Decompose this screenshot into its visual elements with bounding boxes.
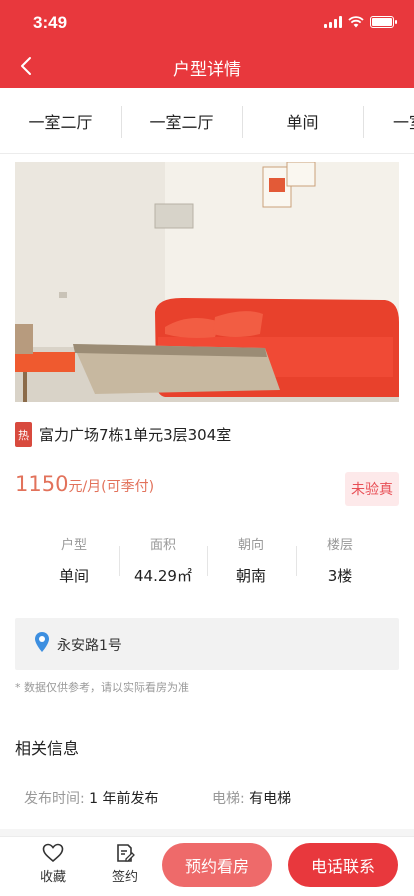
hot-badge: 热 xyxy=(15,422,32,447)
spec-label: 朝向 xyxy=(237,538,264,553)
app-header: 3:49 户型详情 xyxy=(0,0,414,88)
signal-icon xyxy=(324,16,342,28)
price-number: 1150 xyxy=(15,472,69,496)
sign-edit-icon xyxy=(117,844,135,862)
spec-value: 3楼 xyxy=(327,567,353,585)
wifi-icon xyxy=(348,16,364,28)
publish-time-info: 发布时间: 1 年前发布 xyxy=(24,788,159,808)
sign-button[interactable]: 签约 xyxy=(105,843,145,885)
call-button[interactable]: 电话联系 xyxy=(288,843,398,887)
spec-value: 单间 xyxy=(58,567,89,585)
spec-value: 朝南 xyxy=(235,567,266,585)
room-photo-illustration xyxy=(15,162,399,402)
listing-address: 富力广场7栋1单元3层304室 xyxy=(39,426,232,444)
favorite-label: 收藏 xyxy=(39,870,66,885)
room-photo[interactable] xyxy=(15,162,399,402)
heart-icon xyxy=(42,843,64,863)
status-bar: 3:49 xyxy=(0,0,414,44)
bottom-action-bar: 收藏 签约 预约看房 电话联系 xyxy=(0,836,414,896)
location-text: 永安路1号 xyxy=(57,638,122,654)
nav-bar: 户型详情 xyxy=(0,44,414,88)
spec-label: 户型 xyxy=(60,538,87,553)
price-unit: 元/月(可季付) xyxy=(68,479,155,495)
spec-label: 面积 xyxy=(149,538,176,553)
spec-label: 楼层 xyxy=(326,538,353,553)
verify-status-badge: 未验真 xyxy=(345,472,399,506)
tab-unit-2[interactable]: 一室二厅 xyxy=(121,88,242,153)
tab-unit-3[interactable]: 单间 xyxy=(242,88,363,153)
elevator-value: 有电梯 xyxy=(249,791,292,807)
tab-unit-1[interactable]: 一室二厅 xyxy=(0,88,121,153)
rent-price: 1150 元/月(可季付) xyxy=(15,472,154,496)
publish-time-value: 1 年前发布 xyxy=(89,791,159,807)
elevator-label: 电梯: xyxy=(212,791,245,807)
location-row[interactable]: 永安路1号 xyxy=(15,618,399,670)
unit-type-tabs: 一室二厅 一室二厅 单间 一室 xyxy=(0,88,414,154)
favorite-button[interactable]: 收藏 xyxy=(33,843,73,885)
battery-icon xyxy=(370,16,397,28)
tab-unit-4[interactable]: 一室 xyxy=(363,88,414,153)
spec-area: 面积 44.29㎡ xyxy=(119,534,207,586)
listing-card: 热 富力广场7栋1单元3层304室 1150 元/月(可季付) 未验真 户型 单… xyxy=(0,154,414,829)
elevator-info: 电梯: 有电梯 xyxy=(212,788,291,808)
sign-label: 签约 xyxy=(111,870,138,885)
spec-summary: 户型 单间 面积 44.29㎡ 朝向 朝南 楼层 3楼 xyxy=(30,534,384,594)
spec-floor: 楼层 3楼 xyxy=(296,534,384,586)
location-pin-icon xyxy=(35,632,49,652)
disclaimer-note: * 数据仅供参考，请以实际看房为准 xyxy=(15,681,189,694)
status-time: 3:49 xyxy=(33,13,68,32)
page-title: 户型详情 xyxy=(173,60,241,80)
book-viewing-button[interactable]: 预约看房 xyxy=(162,843,272,887)
related-info-title: 相关信息 xyxy=(15,739,80,758)
publish-time-label: 发布时间: xyxy=(24,791,85,807)
spec-layout: 户型 单间 xyxy=(30,534,118,586)
spec-value: 44.29㎡ xyxy=(134,567,192,585)
system-icons xyxy=(324,16,397,28)
spec-orientation: 朝向 朝南 xyxy=(207,534,295,586)
